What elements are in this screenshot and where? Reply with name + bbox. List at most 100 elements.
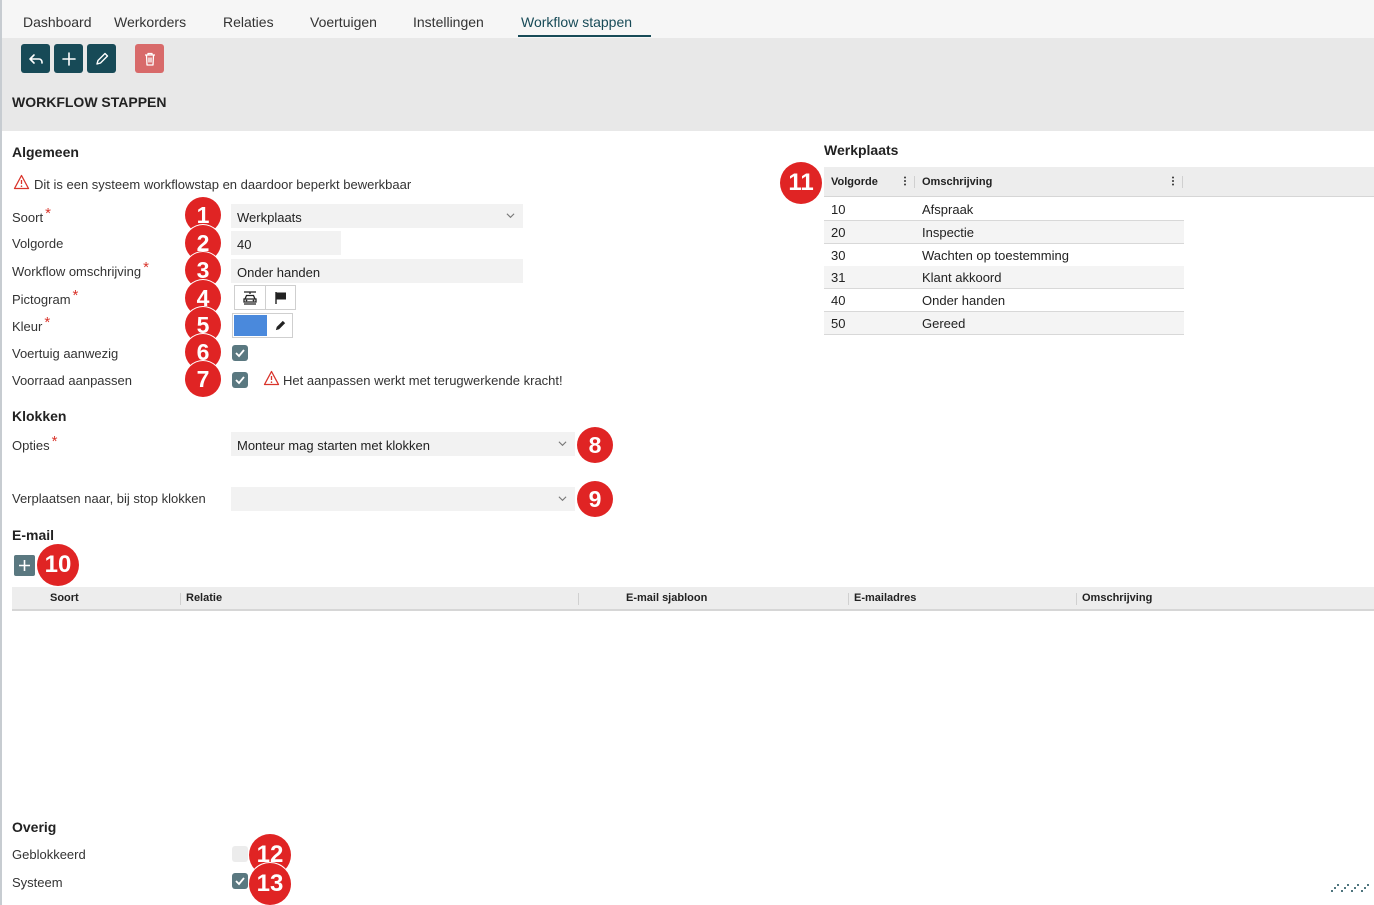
annotation-badge-10: 10 — [37, 544, 79, 586]
nav-dashboard[interactable]: Dashboard — [23, 14, 92, 30]
voorraad-aanpassen-checkbox[interactable] — [232, 372, 248, 388]
volgorde-input[interactable]: 40 — [231, 231, 341, 255]
voorraad-aanpassen-label: Voorraad aanpassen — [12, 373, 132, 388]
soort-value: Werkplaats — [237, 210, 302, 225]
email-col-sjabloon[interactable]: E-mail sjabloon — [626, 592, 707, 604]
systeem-checkbox[interactable] — [232, 873, 248, 889]
voertuig-aanwezig-checkbox[interactable] — [232, 345, 248, 361]
email-col-relatie[interactable]: Relatie — [186, 592, 222, 604]
annotation-badge-7: 7 — [185, 361, 221, 397]
chevron-down-icon — [558, 496, 567, 502]
table-row[interactable]: 10 Afspraak — [824, 198, 1184, 221]
edit-button[interactable] — [87, 44, 116, 73]
table-row[interactable]: 40 Onder handen — [824, 289, 1184, 312]
active-tab-indicator — [518, 35, 651, 37]
col-omschrijving[interactable]: Omschrijving — [922, 176, 992, 188]
kleur-picker[interactable] — [232, 313, 293, 338]
verplaatsen-select[interactable] — [231, 487, 575, 511]
add-email-button[interactable] — [14, 555, 35, 576]
voertuig-aanwezig-label: Voertuig aanwezig — [12, 346, 119, 361]
systeem-label: Systeem — [12, 875, 63, 890]
omschrijving-label: Workflow omschrijving * — [12, 259, 149, 279]
row-volgorde: 40 — [831, 293, 846, 308]
verplaatsen-label: Verplaatsen naar, bij stop klokken — [12, 491, 206, 506]
email-col-soort[interactable]: Soort — [50, 592, 79, 604]
car-lift-icon[interactable] — [235, 286, 265, 309]
nav-relaties[interactable]: Relaties — [223, 14, 274, 30]
opties-select[interactable]: Monteur mag starten met klokken — [231, 432, 575, 456]
annotation-badge-8: 8 — [577, 427, 613, 463]
add-button[interactable] — [54, 44, 83, 73]
row-omschrijving: Onder handen — [922, 293, 1006, 308]
warning-icon — [263, 370, 280, 386]
omschrijving-input[interactable]: Onder handen — [231, 259, 523, 283]
color-swatch[interactable] — [234, 315, 268, 336]
back-button[interactable] — [21, 44, 50, 73]
plus-icon — [61, 51, 76, 66]
column-menu-icon[interactable] — [903, 176, 907, 186]
section-email-title: E-mail — [12, 527, 55, 543]
column-divider — [578, 593, 579, 605]
section-overig-title: Overig — [12, 819, 57, 835]
annotation-badge-9: 9 — [577, 481, 613, 517]
warning-icon — [13, 174, 30, 190]
geblokkeerd-label: Geblokkeerd — [12, 847, 86, 862]
pictogram-label: Pictogram * — [12, 287, 79, 307]
werkplaats-table-header: Volgorde Omschrijving — [824, 167, 1374, 197]
nav-werkorders[interactable]: Werkorders — [114, 14, 186, 30]
arrow-back-icon — [28, 53, 43, 64]
column-divider — [1076, 593, 1077, 605]
row-volgorde: 20 — [831, 225, 846, 240]
opties-label: Opties * — [12, 433, 58, 453]
system-warning-text: Dit is een systeem workflowstap en daard… — [34, 177, 412, 192]
row-omschrijving: Klant akkoord — [922, 270, 1002, 285]
row-omschrijving: Inspectie — [922, 225, 975, 240]
section-klokken-title: Klokken — [12, 408, 67, 424]
check-icon — [235, 376, 245, 385]
row-volgorde: 10 — [831, 202, 846, 217]
column-divider — [180, 593, 181, 605]
table-row[interactable]: 30 Wachten op toestemming — [824, 244, 1184, 267]
annotation-badge-13: 13 — [249, 863, 291, 905]
check-icon — [235, 877, 245, 886]
geblokkeerd-checkbox[interactable] — [232, 846, 248, 862]
nav-voertuigen[interactable]: Voertuigen — [310, 14, 377, 30]
flag-icon[interactable] — [265, 286, 295, 309]
top-navigation: Dashboard Werkorders Relaties Voertuigen… — [2, 0, 1374, 38]
soort-label: Soort * — [12, 205, 51, 225]
kleur-label: Kleur * — [12, 314, 51, 334]
table-row[interactable]: 31 Klant akkoord — [824, 266, 1184, 289]
voorraad-warning-text: Het aanpassen werkt met terugwerkende kr… — [283, 373, 563, 388]
row-omschrijving: Gereed — [922, 316, 966, 331]
row-volgorde: 50 — [831, 316, 846, 331]
trash-icon — [144, 52, 155, 66]
chevron-down-icon — [558, 441, 567, 447]
table-row[interactable]: 50 Gereed — [824, 312, 1184, 335]
plus-icon — [19, 560, 30, 571]
werkplaats-title: Werkplaats — [824, 142, 899, 158]
column-divider — [1182, 176, 1183, 188]
row-volgorde: 30 — [831, 248, 846, 263]
section-algemeen-title: Algemeen — [12, 144, 79, 160]
page-header — [2, 38, 1374, 131]
table-row[interactable]: 20 Inspectie — [824, 221, 1184, 244]
annotation-badge-11: 11 — [780, 162, 822, 204]
page-title: WORKFLOW STAPPEN — [12, 94, 167, 110]
delete-button[interactable] — [135, 44, 164, 73]
column-divider — [848, 593, 849, 605]
column-menu-icon[interactable] — [1171, 176, 1175, 186]
volgorde-label: Volgorde — [12, 236, 64, 251]
email-col-adres[interactable]: E-mailadres — [854, 592, 916, 604]
col-volgorde[interactable]: Volgorde — [831, 176, 878, 188]
pencil-icon — [95, 52, 108, 65]
nav-workflow-stappen[interactable]: Workflow stappen — [521, 14, 632, 30]
nav-instellingen[interactable]: Instellingen — [413, 14, 484, 30]
email-col-omschrijving[interactable]: Omschrijving — [1082, 592, 1152, 604]
pencil-icon[interactable] — [268, 314, 292, 337]
pictogram-picker[interactable] — [234, 285, 296, 310]
row-omschrijving: Wachten op toestemming — [922, 248, 1069, 263]
check-icon — [235, 349, 245, 358]
resize-grip-icon[interactable] — [1330, 883, 1372, 893]
soort-select[interactable]: Werkplaats — [231, 204, 523, 228]
column-divider — [914, 176, 915, 188]
